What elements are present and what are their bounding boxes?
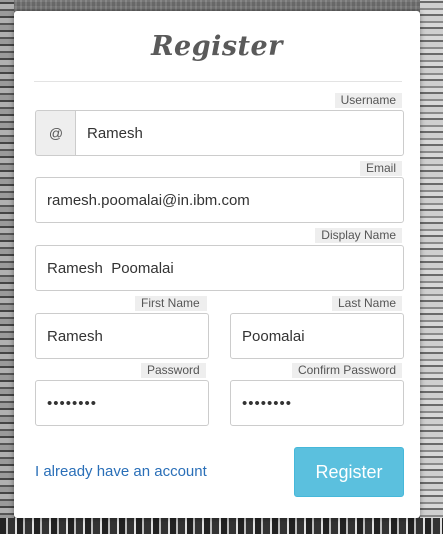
username-input[interactable]: Ramesh: [75, 110, 404, 156]
background-right-edge: [420, 0, 443, 534]
first-name-input[interactable]: Ramesh: [35, 313, 209, 359]
form-title: Register: [151, 31, 283, 62]
title-divider: [34, 81, 402, 82]
email-label: Email: [359, 161, 402, 176]
last-name-label: Last Name: [331, 296, 402, 311]
at-sign-addon: @: [35, 110, 76, 156]
display-name-input[interactable]: Ramesh Poomalai: [35, 245, 404, 291]
confirm-password-label: Confirm Password: [291, 363, 402, 378]
background-bottom-edge: [0, 518, 443, 534]
display-name-label: Display Name: [315, 228, 402, 243]
password-input[interactable]: ••••••••: [35, 380, 209, 426]
first-name-label: First Name: [135, 296, 207, 311]
background-left-edge: [0, 0, 14, 534]
password-label: Password: [141, 363, 206, 378]
login-link[interactable]: I already have an account: [35, 463, 207, 480]
last-name-input[interactable]: Poomalai: [230, 313, 404, 359]
email-input[interactable]: ramesh.poomalai@in.ibm.com: [35, 177, 404, 223]
confirm-password-input[interactable]: ••••••••: [230, 380, 404, 426]
username-label: Username: [334, 93, 402, 108]
register-card: Register Username @ Ramesh Email ramesh.…: [14, 11, 420, 518]
register-button[interactable]: Register: [294, 447, 404, 497]
